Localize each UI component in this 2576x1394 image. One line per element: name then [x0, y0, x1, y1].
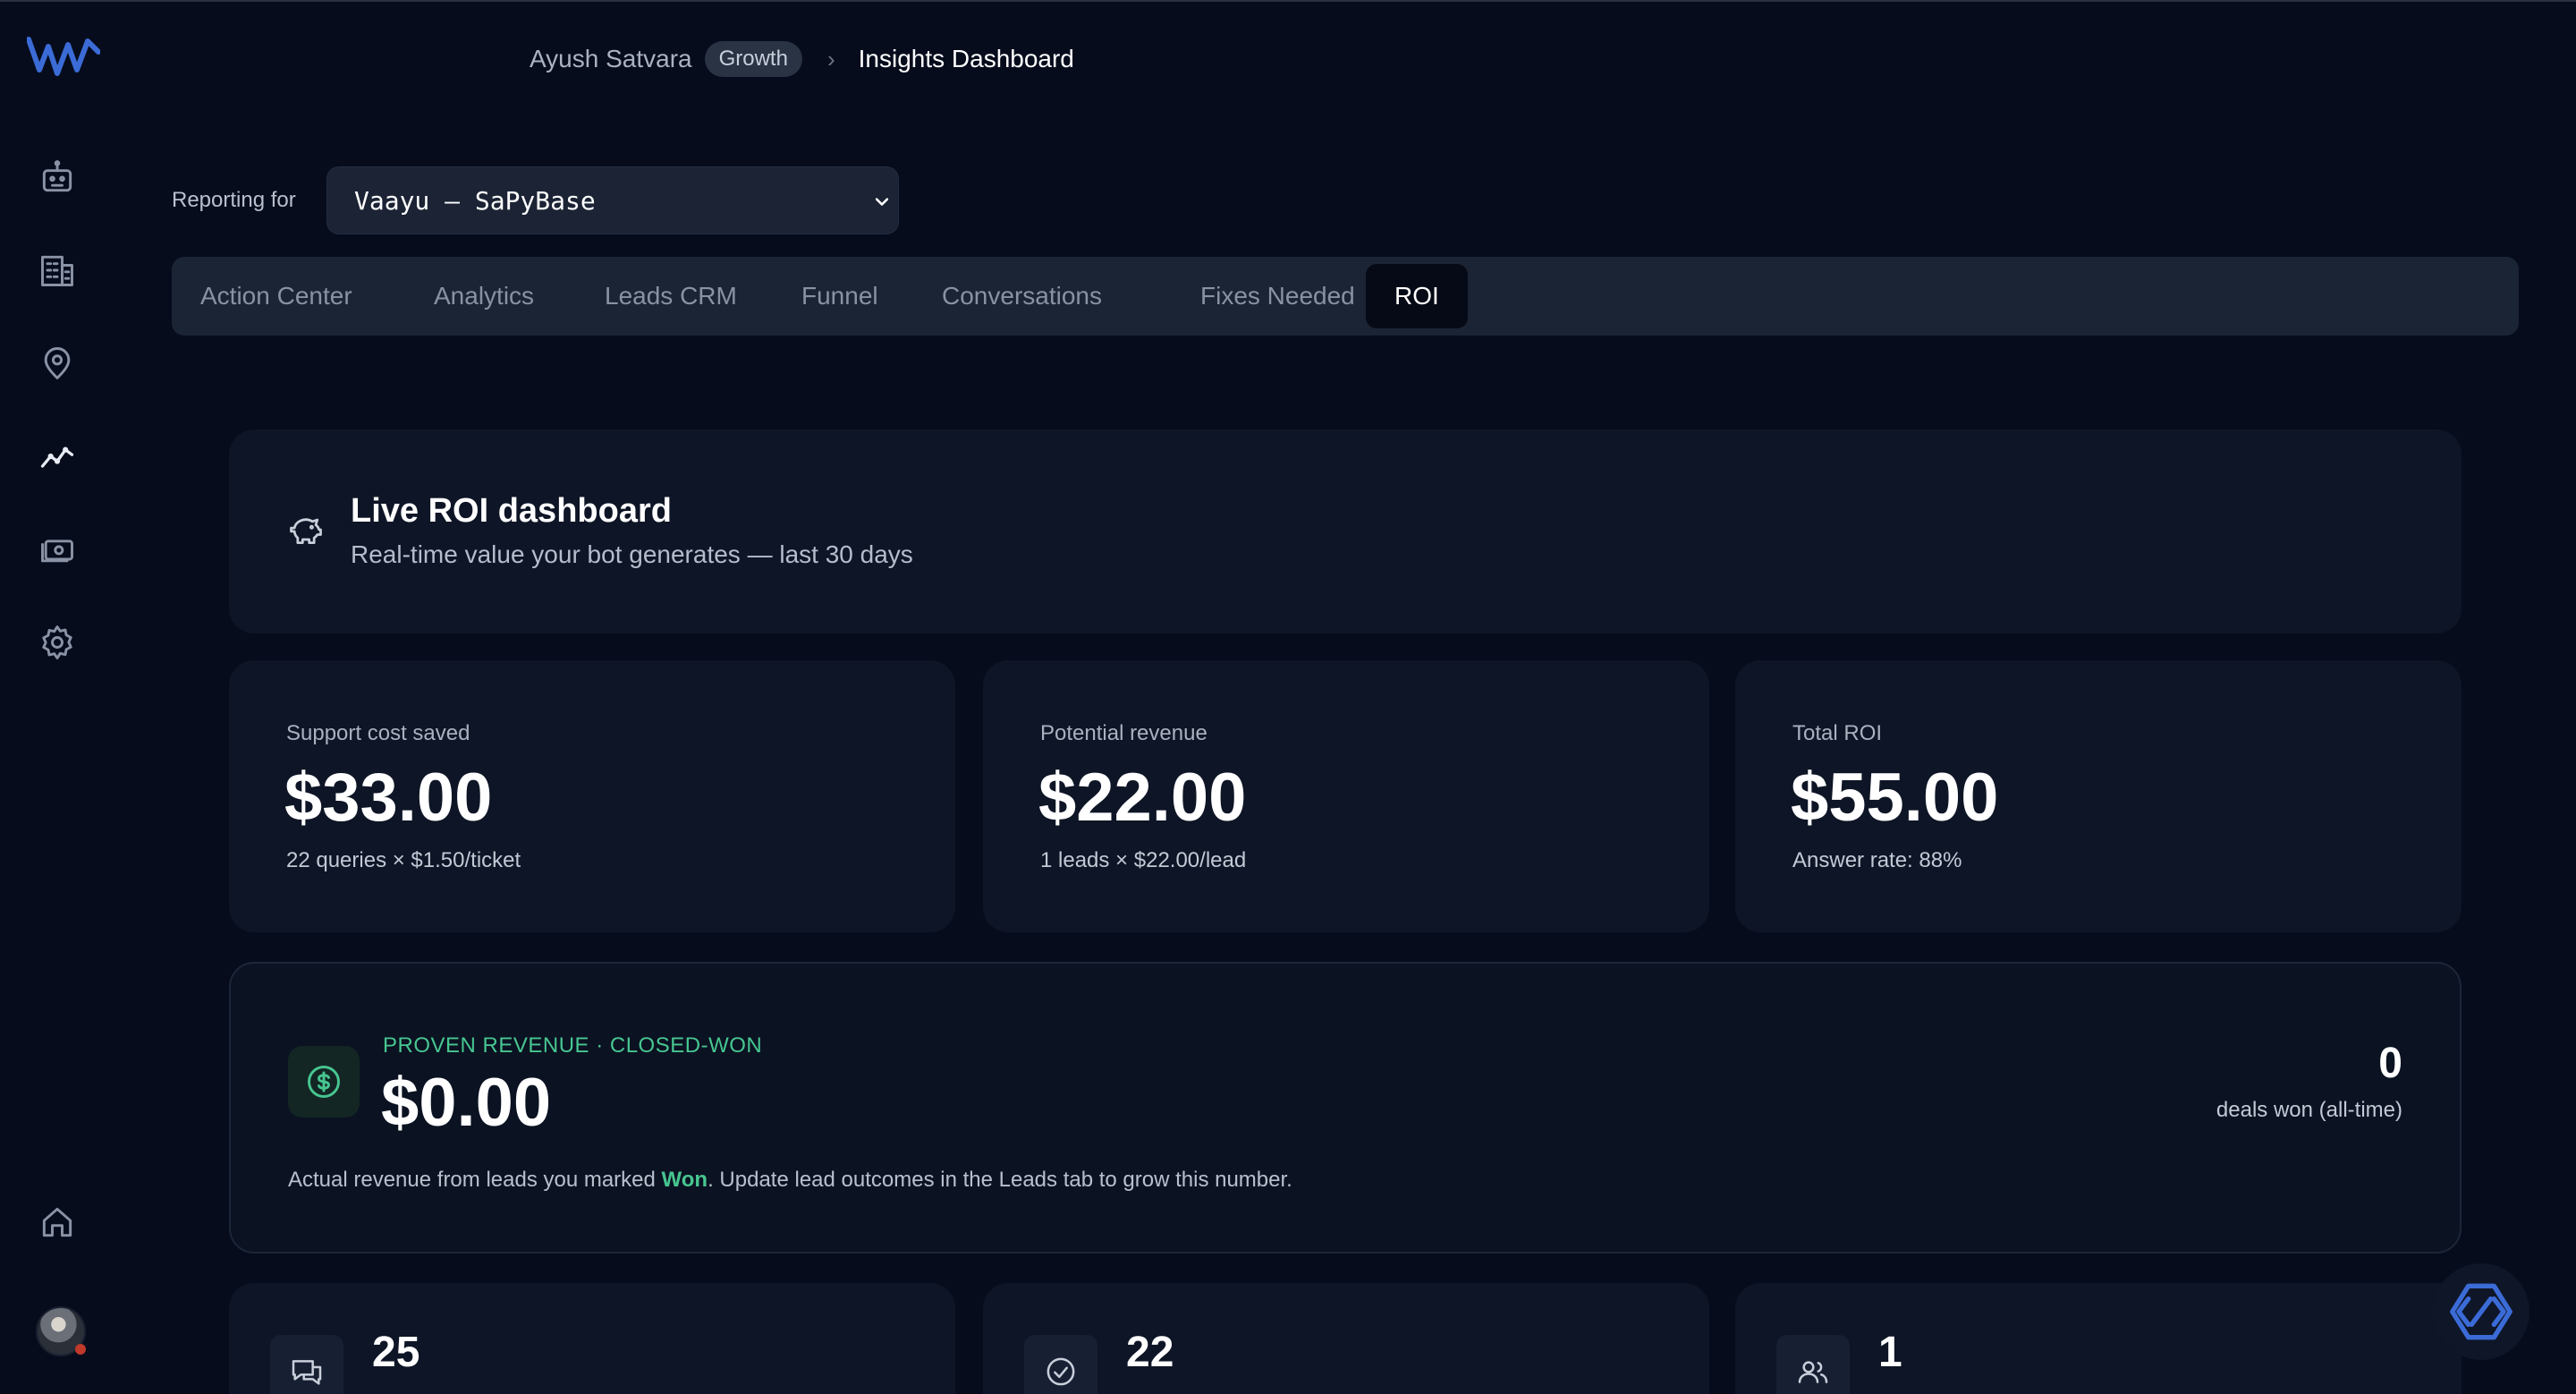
proven-revenue-value: $0.00 — [381, 1065, 552, 1141]
stat-label: Total ROI — [1792, 721, 1883, 745]
chat-icon — [270, 1335, 343, 1394]
hero-title: Live ROI dashboard — [351, 492, 672, 530]
stat-card-potential-revenue: Potential revenue $22.00 1 leads × $22.0… — [983, 660, 1709, 932]
metric-value: 1 — [1878, 1329, 1902, 1376]
metric-card-leads: 1 — [1735, 1283, 2462, 1394]
analytics-icon[interactable] — [34, 433, 80, 480]
stat-label: Potential revenue — [1040, 721, 1208, 745]
stat-card-total-roi: Total ROI $55.00 Answer rate: 88% — [1735, 660, 2462, 932]
proven-revenue-card: PROVEN REVENUE · CLOSED-WON $0.00 Actual… — [229, 962, 2462, 1254]
settings-icon[interactable] — [34, 619, 80, 666]
page-title: Insights Dashboard — [858, 45, 1074, 72]
logo-icon[interactable] — [26, 34, 101, 81]
status-dot — [75, 1344, 86, 1355]
tab-bar: Action Center Analytics Leads CRM Funnel… — [172, 257, 2519, 336]
stat-value: $22.00 — [1038, 760, 1247, 836]
tab-action-center[interactable]: Action Center — [172, 264, 381, 328]
stat-value: $33.00 — [284, 760, 493, 836]
metric-value: 25 — [372, 1329, 420, 1376]
stat-note: 22 queries × $1.50/ticket — [286, 848, 521, 872]
project-select-value: Vaayu — SaPyBase — [354, 185, 596, 216]
users-icon — [1776, 1335, 1850, 1394]
hero-subtitle: Real-time value your bot generates — las… — [351, 540, 913, 568]
chat-widget-icon — [2450, 1283, 2512, 1340]
top-border — [0, 0, 2576, 2]
desc-text: Actual revenue from leads you marked — [288, 1168, 662, 1192]
won-highlight: Won — [661, 1168, 708, 1192]
deals-won-count: 0 — [2378, 1040, 2402, 1087]
chat-widget-button[interactable] — [2433, 1263, 2529, 1360]
reporting-label: Reporting for — [172, 188, 296, 212]
location-icon[interactable] — [34, 340, 80, 387]
plan-badge: Growth — [704, 41, 802, 77]
breadcrumb: Ayush Satvara Growth › Insights Dashboar… — [530, 39, 1074, 79]
tab-fixes-needed[interactable]: Fixes Needed — [1172, 264, 1384, 328]
stat-label: Support cost saved — [286, 721, 470, 745]
chevron-right-icon: › — [826, 45, 835, 72]
stat-card-support-cost: Support cost saved $33.00 22 queries × $… — [229, 660, 955, 932]
metric-card-conversations: 25 — [229, 1283, 955, 1394]
project-select[interactable]: Vaayu — SaPyBase — [326, 166, 899, 234]
bot-icon[interactable] — [34, 154, 80, 200]
dollar-icon — [288, 1046, 360, 1118]
chevron-down-icon — [875, 198, 889, 206]
breadcrumb-user[interactable]: Ayush Satvara — [530, 45, 692, 73]
tab-funnel[interactable]: Funnel — [773, 264, 907, 328]
metric-card-answered: 22 — [983, 1283, 1709, 1394]
metric-value: 22 — [1126, 1329, 1174, 1376]
tab-roi[interactable]: ROI — [1366, 264, 1468, 328]
sidebar — [0, 0, 116, 1394]
home-icon[interactable] — [34, 1199, 80, 1245]
stat-value: $55.00 — [1791, 760, 1999, 836]
desc-text: . Update lead outcomes in the Leads tab … — [708, 1168, 1292, 1192]
proven-revenue-description: Actual revenue from leads you marked Won… — [288, 1168, 1292, 1193]
tab-leads-crm[interactable]: Leads CRM — [576, 264, 766, 328]
proven-revenue-kicker: PROVEN REVENUE · CLOSED-WON — [383, 1033, 763, 1058]
stat-note: 1 leads × $22.00/lead — [1040, 848, 1247, 872]
piggy-bank-icon — [290, 518, 322, 545]
tab-conversations[interactable]: Conversations — [913, 264, 1131, 328]
stat-note: Answer rate: 88% — [1792, 848, 1962, 872]
tab-analytics[interactable]: Analytics — [405, 264, 563, 328]
building-icon[interactable] — [34, 247, 80, 293]
roi-header-card: Live ROI dashboard Real-time value your … — [229, 429, 2462, 633]
check-icon — [1024, 1335, 1097, 1394]
deals-won-label: deals won (all-time) — [2216, 1098, 2402, 1122]
money-icon[interactable] — [34, 526, 80, 573]
